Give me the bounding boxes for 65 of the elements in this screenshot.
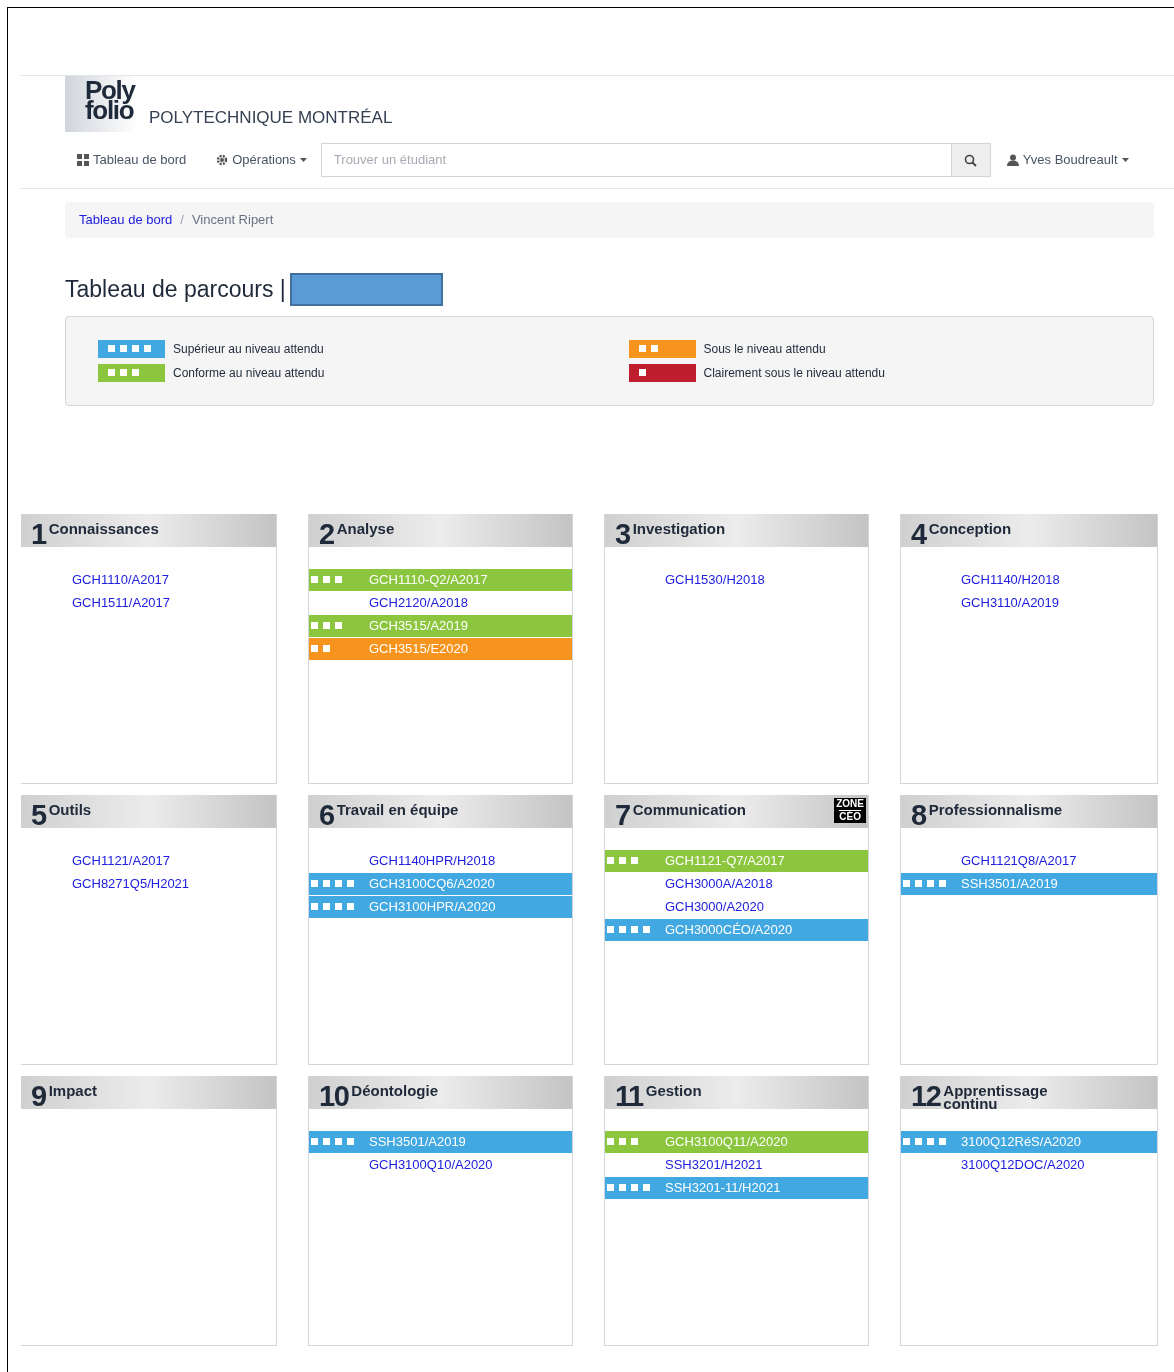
legend-label: Supérieur au niveau attendu	[173, 340, 324, 358]
course-link[interactable]: GCH3000/A2020	[605, 895, 868, 918]
logo: Poly folio	[65, 76, 137, 132]
legend-label: Clairement sous le niveau attendu	[703, 364, 885, 382]
course-link[interactable]: GCH1121Q8/A2017	[901, 849, 1157, 872]
breadcrumb-separator: /	[180, 211, 184, 230]
course-link[interactable]: GCH1530/H2018	[605, 568, 868, 591]
card-title: Travail en équipe	[336, 802, 460, 816]
caret-icon	[299, 158, 307, 162]
card-title: Apprentissage continu	[943, 1083, 1049, 1110]
nav-link[interactable]: Opérations	[216, 150, 307, 170]
breadcrumb-link[interactable]: Tableau de bord	[79, 210, 173, 230]
card-number: 7	[615, 797, 630, 832]
zone-badge: ZONE CÉO	[834, 797, 866, 823]
card-title: Déontologie	[351, 1083, 440, 1097]
legend-label: Sous le niveau attendu	[703, 340, 826, 358]
course-link[interactable]: GCH1140/H2018	[901, 568, 1157, 591]
card-title: Analyse	[336, 521, 396, 535]
course-link[interactable]: GCH8271Q5/H2021	[21, 872, 276, 895]
card-title: Professionnalisme	[928, 802, 1064, 816]
search-button[interactable]	[951, 143, 991, 177]
card-number: 11	[615, 1078, 643, 1113]
course-link[interactable]: SSH3201/H2021	[605, 1153, 868, 1176]
card-title: Communication	[632, 802, 748, 816]
gear-icon	[216, 154, 229, 166]
school-name: POLYTECHNIQUE MONTRÉAL	[149, 106, 393, 129]
search-icon	[964, 153, 978, 167]
card-number: 9	[31, 1078, 46, 1113]
card-number: 8	[911, 797, 926, 832]
course-link[interactable]: GCH3110/A2019	[901, 591, 1157, 614]
card-number: 5	[31, 797, 46, 832]
rating-swatch	[98, 363, 165, 382]
course-link[interactable]: GCH2120/A2018	[309, 591, 572, 614]
card-number: 10	[319, 1078, 349, 1113]
card-number: 4	[911, 516, 926, 551]
card-title: Conception	[928, 521, 1013, 535]
legend-label: Conforme au niveau attendu	[173, 364, 325, 382]
card-number: 3	[615, 516, 630, 551]
card-title: Outils	[48, 802, 93, 816]
card-title: Impact	[48, 1083, 99, 1097]
card-number: 2	[319, 516, 334, 551]
rating-swatch	[628, 363, 696, 382]
card-number: 1	[31, 516, 46, 551]
user-menu[interactable]: Yves Boudreault	[1006, 150, 1129, 170]
page-title: Tableau de parcours |	[65, 275, 286, 304]
course-link[interactable]: 3100Q12DOC/A2020	[901, 1153, 1157, 1176]
nav-link[interactable]: Tableau de bord	[77, 150, 187, 170]
course-link[interactable]: GCH3100Q10/A2020	[309, 1153, 572, 1176]
course-link[interactable]: GCH3000A/A2018	[605, 872, 868, 895]
card-title: Connaissances	[48, 521, 160, 535]
course-link[interactable]: GCH1121/A2017	[21, 849, 276, 872]
breadcrumb-current: Vincent Ripert	[191, 211, 274, 230]
course-link[interactable]: GCH1511/A2017	[21, 591, 276, 614]
course-link[interactable]: GCH1140HPR/H2018	[309, 849, 572, 872]
course-link[interactable]: GCH1110/A2017	[21, 568, 276, 591]
grid-icon	[77, 154, 89, 166]
card-title: Investigation	[632, 521, 727, 535]
user-icon	[1006, 154, 1019, 166]
caret-icon	[1121, 158, 1129, 162]
rating-swatch	[98, 339, 165, 358]
rating-swatch	[628, 339, 696, 358]
card-title: Gestion	[645, 1083, 703, 1097]
card-number: 6	[319, 797, 334, 832]
search-field[interactable]: Trouver un étudiant	[320, 143, 952, 177]
card-number: 12	[911, 1078, 941, 1113]
